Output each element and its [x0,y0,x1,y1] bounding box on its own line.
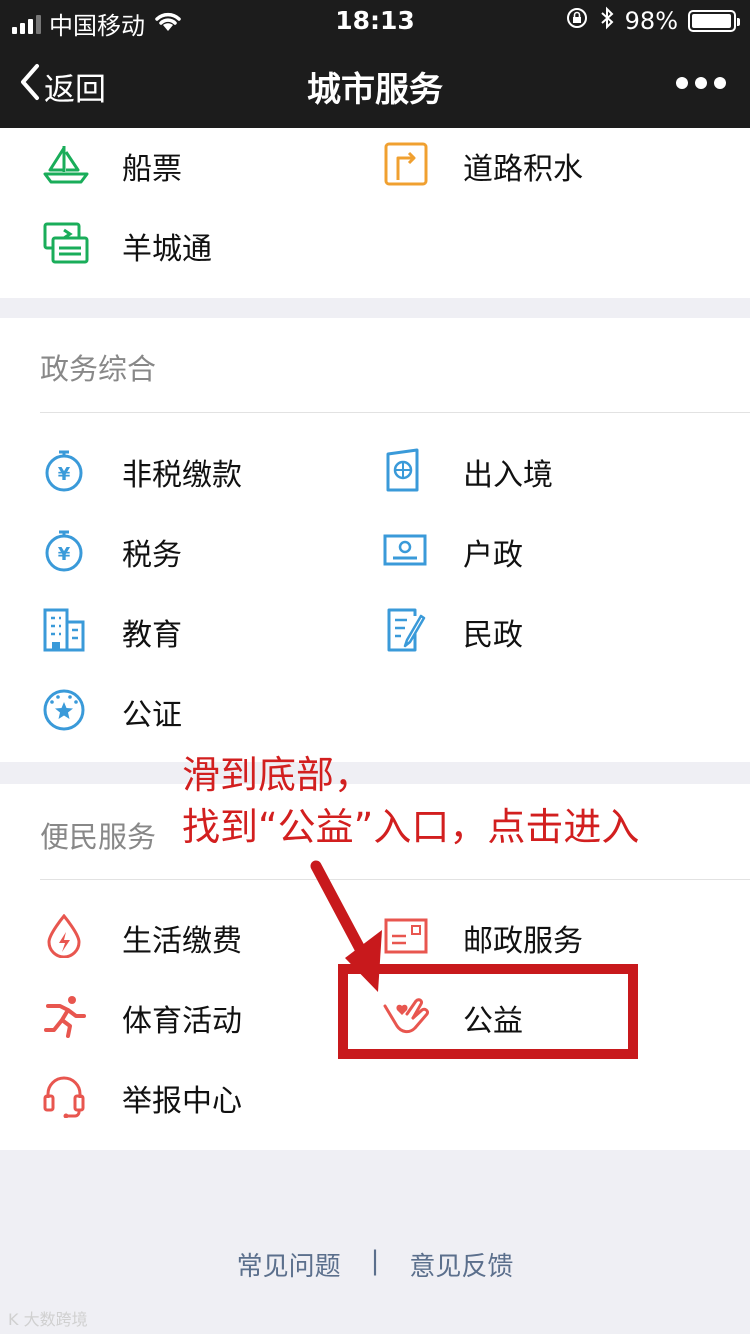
service-label: 出入境 [463,458,553,493]
service-label: 生活缴费 [122,924,242,959]
divider [40,879,750,880]
carrier-label: 中国移动 [49,12,145,40]
section-gap [0,298,750,318]
service-label: 船票 [122,152,182,187]
faq-link[interactable]: 常见问题 [237,1246,341,1283]
section-title: 便民服务 [40,820,157,854]
service-label: 举报中心 [122,1084,242,1119]
divider [40,412,750,413]
emblem-icon [42,688,90,732]
yuan-stopwatch-icon: ¥ [42,448,90,492]
battery-percent: 98% [624,7,678,35]
watermark: K 大数跨境 [8,1310,88,1329]
section-gap [0,762,750,784]
highlight-box [338,964,638,1059]
annotation-line-1: 滑到底部， [182,753,373,797]
service-label: 道路积水 [463,152,583,187]
nav-bar: 返回 城市服务 [0,40,750,128]
orientation-lock-icon [565,6,589,36]
postal-card-icon [383,914,431,958]
yuan-stopwatch-icon: ¥ [42,528,90,572]
battery-icon [688,10,740,32]
passport-icon [383,448,431,492]
signal-icon [12,14,41,34]
svg-text:¥: ¥ [58,544,71,565]
boat-icon [42,142,90,186]
wifi-icon [153,9,183,39]
service-label: 民政 [463,618,523,653]
annotation-line-2: 找到“公益”入口，点击进入 [182,805,640,849]
service-label: 体育活动 [122,1004,242,1039]
card-transfer-icon [42,222,90,266]
svg-text:¥: ¥ [58,464,71,485]
building-icon [42,608,90,652]
id-card-icon [383,528,431,572]
service-label: 邮政服务 [463,924,583,959]
road-sign-icon [383,142,431,186]
document-edit-icon [383,608,431,652]
section-title: 政务综合 [40,352,157,386]
service-label: 非税缴款 [122,458,242,493]
more-menu-icon[interactable] [676,60,726,106]
footer-links: 常见问题 | 意见反馈 [0,1246,750,1283]
page-bottom [0,1150,750,1334]
bluetooth-icon [599,6,615,36]
gov-section: 政务综合 ¥ 非税缴款 出入境 ¥ 税务 户政 教育 民政 公证 [0,318,750,762]
feedback-link[interactable]: 意见反馈 [409,1246,513,1283]
transport-section: 船票 道路积水 羊城通 [0,128,750,298]
service-label: 户政 [463,538,523,573]
page-title: 城市服务 [307,70,443,110]
back-label: 返回 [44,71,106,108]
service-label: 羊城通 [122,232,212,267]
back-button[interactable]: 返回 [18,62,106,110]
status-bar: 中国移动 18:13 98% [0,0,750,40]
service-label: 税务 [122,538,182,573]
chevron-left-icon [18,62,42,110]
service-label: 教育 [122,618,182,653]
water-drop-bolt-icon [42,914,90,958]
runner-icon [42,994,90,1038]
headset-icon [42,1074,90,1118]
footer-separator: | [370,1246,380,1276]
service-label: 公证 [122,698,182,733]
